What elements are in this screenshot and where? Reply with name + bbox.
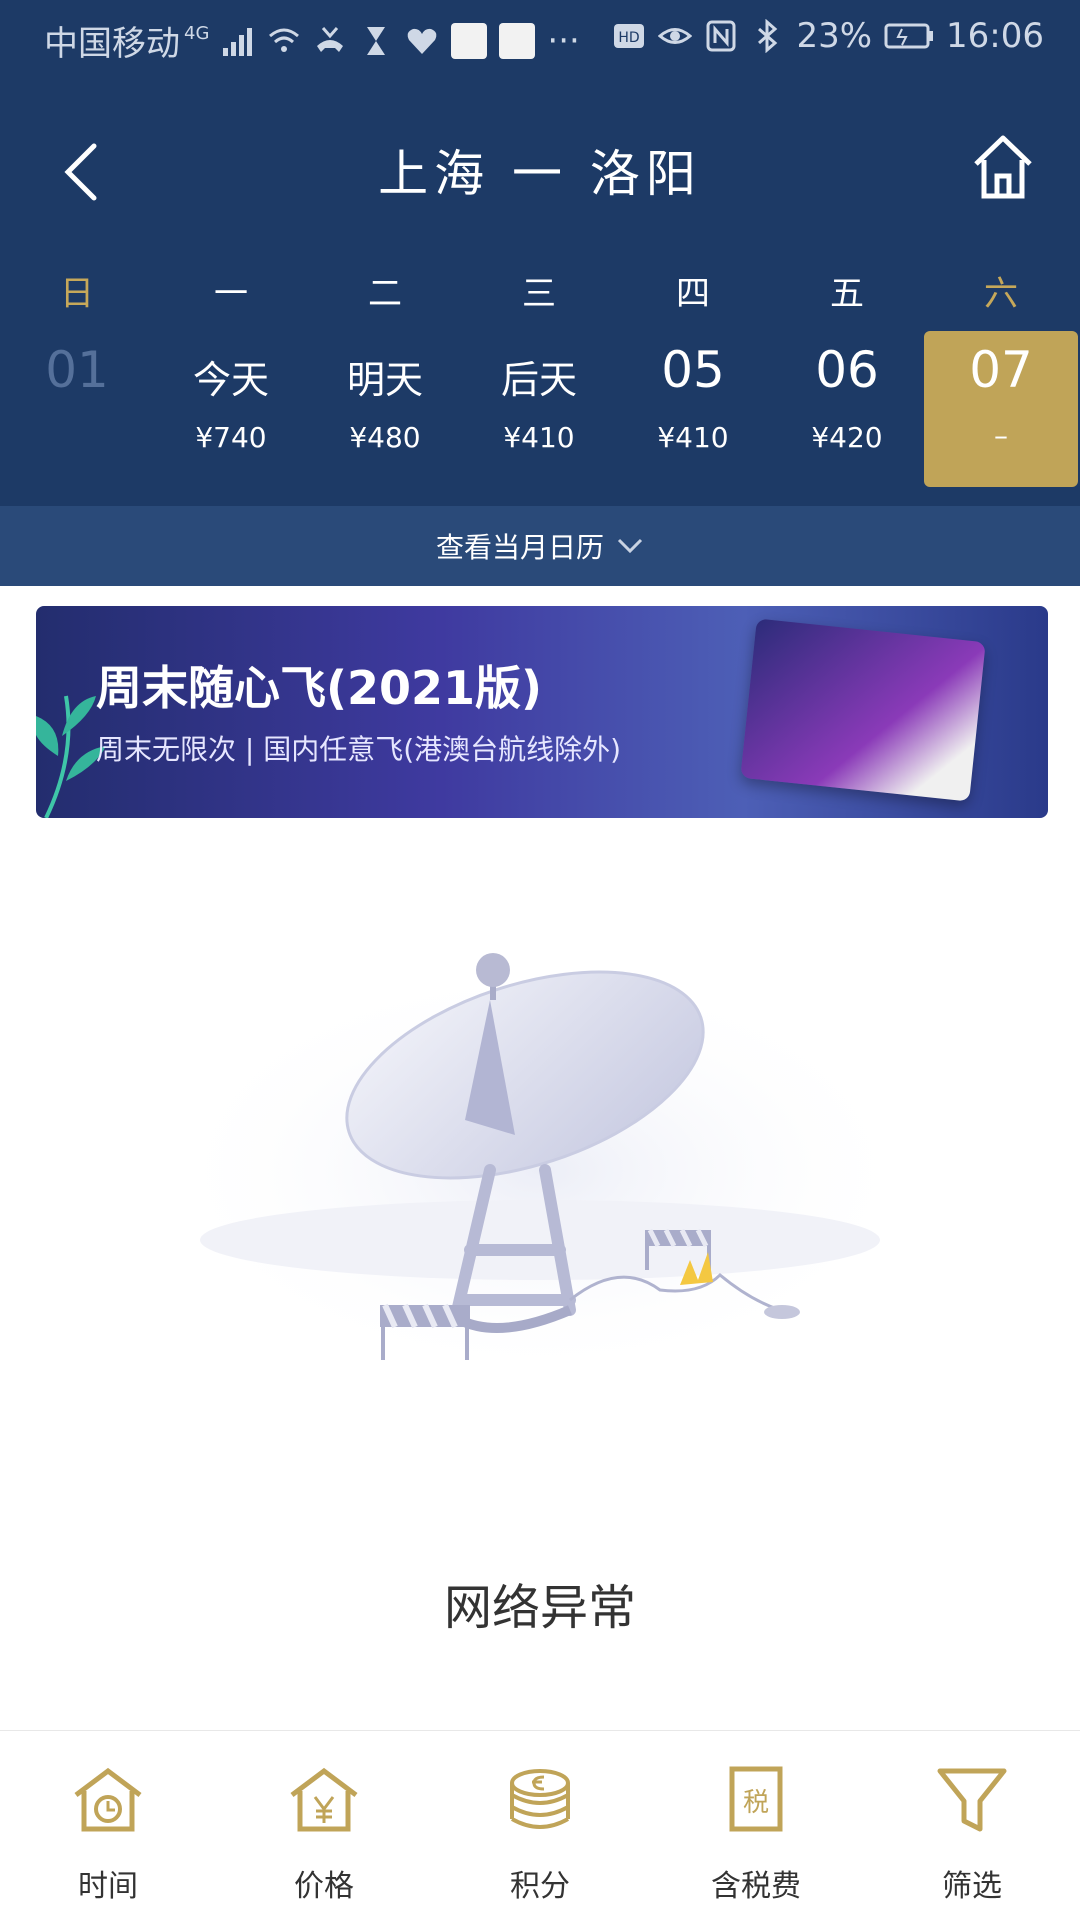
- weekday-label: 一: [214, 274, 248, 314]
- weekday-label: 三: [522, 274, 556, 314]
- carrier-name: 中国移动: [44, 24, 180, 64]
- more-notifications-icon: ···: [547, 20, 580, 61]
- weekday-label: 五: [830, 274, 864, 314]
- bottom-toolbar: 时间 价格 积分 税 含税费 筛选: [0, 1730, 1080, 1920]
- clock-house-icon: [74, 1767, 142, 1832]
- header: 上海 一 洛阳 日 一 二 三 四 五 六 01 今天 ¥740 明天 ¥480…: [0, 76, 1080, 506]
- date-label: 05: [661, 341, 725, 399]
- sort-by-price-button[interactable]: 价格: [216, 1731, 432, 1920]
- network-type: 4G: [184, 23, 210, 44]
- clock-time: 16:06: [946, 16, 1044, 56]
- date-cell[interactable]: 06 ¥420: [770, 331, 924, 487]
- route-title: 上海 一 洛阳: [378, 145, 702, 203]
- svg-text:HD: HD: [619, 30, 640, 46]
- weekday-label: 日: [60, 274, 94, 314]
- yen-house-icon: [290, 1767, 358, 1832]
- date-price: ¥410: [503, 421, 575, 454]
- nav-label: 时间: [78, 1869, 138, 1904]
- svg-text:税: 税: [743, 1788, 769, 1818]
- date-cell-selected[interactable]: 07 –: [924, 331, 1078, 487]
- hd-icon: HD: [614, 24, 645, 48]
- wifi-icon: [269, 28, 300, 52]
- nav-label: 筛选: [942, 1869, 1002, 1904]
- date-price: –: [994, 419, 1008, 452]
- video-app-icon: [451, 22, 488, 59]
- nav-label: 积分: [510, 1869, 570, 1904]
- date-cell: 01: [0, 331, 154, 487]
- bluetooth-icon: [758, 19, 778, 53]
- battery-percent: 23%: [796, 16, 873, 56]
- filter-button[interactable]: 筛选: [864, 1731, 1080, 1920]
- banner-title: 周末随心飞(2021版): [96, 661, 543, 715]
- view-month-calendar-button[interactable]: 查看当月日历: [0, 506, 1080, 586]
- tax-included-button[interactable]: 税 含税费: [648, 1731, 864, 1920]
- date-label: 06: [815, 341, 879, 399]
- nav-label: 价格: [294, 1869, 354, 1904]
- date-label: 01: [45, 341, 109, 399]
- battery-icon: [884, 23, 934, 49]
- status-bar: 中国移动 4G ··· HD 23% 16:06: [0, 0, 1080, 76]
- date-label: 后天: [500, 358, 577, 402]
- eye-comfort-icon: [658, 28, 693, 44]
- date-price: ¥420: [811, 421, 883, 454]
- date-cell[interactable]: 05 ¥410: [616, 331, 770, 487]
- heart-rate-icon: [408, 28, 437, 54]
- satellite-dish-illustration: [160, 940, 920, 1360]
- banner-subtitle: 周末无限次 | 国内任意飞(港澳台航线除外): [96, 733, 622, 766]
- promo-banner[interactable]: 周末随心飞(2021版) 周末无限次 | 国内任意飞(港澳台航线除外): [36, 606, 1048, 818]
- network-error-message: 网络异常: [443, 1580, 636, 1636]
- points-button[interactable]: 积分: [432, 1731, 648, 1920]
- calendar-link-label: 查看当月日历: [435, 531, 604, 564]
- date-label: 07: [969, 341, 1033, 399]
- date-price: ¥740: [195, 421, 267, 454]
- hourglass-icon: [367, 26, 386, 55]
- date-label: 明天: [346, 358, 423, 402]
- signal-icon: [223, 27, 253, 56]
- date-selector: 01 今天 ¥740 明天 ¥480 后天 ¥410 05 ¥410 06 ¥4…: [0, 331, 1080, 487]
- status-right: HD 23% 16:06: [612, 16, 1044, 56]
- tax-receipt-icon: 税: [729, 1766, 783, 1832]
- nav-label: 含税费: [711, 1869, 801, 1904]
- weekday-label: 四: [676, 274, 710, 314]
- coins-icon: [510, 1769, 570, 1829]
- chevron-down-icon: [617, 538, 643, 554]
- weekday-row: 日 一 二 三 四 五 六: [0, 266, 1080, 314]
- date-cell[interactable]: 明天 ¥480: [308, 331, 462, 487]
- membership-card-image: [740, 618, 986, 802]
- date-price: ¥480: [349, 421, 421, 454]
- status-left: 中国移动 4G ···: [44, 16, 580, 65]
- date-cell[interactable]: 今天 ¥740: [154, 331, 308, 487]
- weekday-label: 六: [984, 274, 1018, 314]
- nfc-icon: [706, 20, 736, 52]
- home-icon: [974, 135, 1032, 199]
- weekday-label: 二: [368, 274, 402, 314]
- bank-app-icon: [499, 22, 536, 59]
- missed-call-icon: [317, 26, 344, 52]
- filter-icon: [937, 1768, 1007, 1832]
- home-button[interactable]: [970, 132, 1036, 202]
- date-label: 今天: [192, 358, 269, 402]
- date-cell[interactable]: 后天 ¥410: [462, 331, 616, 487]
- date-price: ¥410: [657, 421, 729, 454]
- sort-by-time-button[interactable]: 时间: [0, 1731, 216, 1920]
